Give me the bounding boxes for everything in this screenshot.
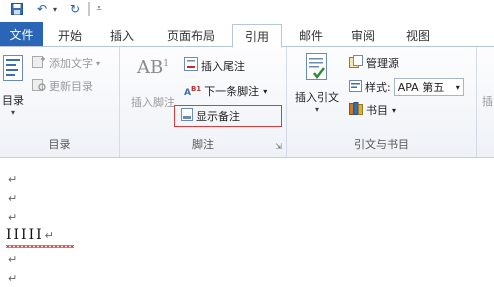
style-dropdown[interactable]: APA 第五 ▾ xyxy=(393,78,464,96)
paragraph-mark: ↵ xyxy=(44,229,54,242)
footnote-group: AB1 插入脚注 插入尾注 AB1 下一条脚注 ▾ 显示备注 脚注 ⇲ xyxy=(120,47,287,157)
insert-citation-label: 插入引文 xyxy=(295,91,339,104)
ribbon: 目录 ▾ 添加文字 ▾ 更新目录 目录 AB1 插入脚注 插入尾注 AB1 下一… xyxy=(0,47,494,158)
ribbon-tabs: 文件 开始 插入 页面布局 引用 邮件 审阅 视图 xyxy=(0,20,494,48)
tab-review[interactable]: 审阅 xyxy=(345,24,381,47)
style-selector: 样式: APA 第五 ▾ xyxy=(349,78,464,96)
bibliography-icon xyxy=(349,102,363,118)
insert-endnote-button[interactable]: 插入尾注 xyxy=(184,57,245,74)
show-notes-icon xyxy=(181,108,193,124)
insert-endnote-icon xyxy=(184,57,198,74)
insert-citation-dropdown-icon: ▾ xyxy=(314,105,319,114)
next-footnote-label: 下一条脚注 xyxy=(204,85,260,98)
manage-sources-button[interactable]: 管理源 xyxy=(349,55,399,71)
footnote-dialog-launcher-icon[interactable]: ⇲ xyxy=(275,142,282,151)
paragraph-mark: ↵ xyxy=(8,192,18,205)
tab-insert[interactable]: 插入 xyxy=(104,24,140,47)
bibliography-button[interactable]: 书目 ▾ xyxy=(349,102,396,118)
toc-button-label: 目录 xyxy=(2,94,24,107)
citation-group: 插入引文 ▾ 管理源 样式: APA 第五 ▾ 书目 ▾ 引文与书目 xyxy=(287,47,477,157)
customize-qat-icon[interactable]: ⩡ xyxy=(94,1,104,17)
next-footnote-button[interactable]: AB1 下一条脚注 ▾ xyxy=(184,83,267,99)
style-dropdown-chevron-icon: ▾ xyxy=(455,82,460,92)
tab-references[interactable]: 引用 xyxy=(232,24,282,48)
toc-group: 目录 ▾ 添加文字 ▾ 更新目录 目录 xyxy=(0,47,120,157)
toc-icon xyxy=(3,55,23,84)
insert-citation-button[interactable]: 插入引文 ▾ xyxy=(289,53,345,114)
add-text-dropdown-icon: ▾ xyxy=(96,58,101,68)
next-footnote-icon: AB1 xyxy=(184,84,202,98)
next-group-partial: 插 xyxy=(477,47,494,157)
paragraph-mark: ↵ xyxy=(8,253,18,266)
paragraph-mark: ↵ xyxy=(8,211,18,224)
insert-footnote-icon: AB1 xyxy=(137,57,169,78)
show-notes-button[interactable]: 显示备注 xyxy=(174,105,282,127)
next-footnote-dropdown-icon: ▾ xyxy=(263,86,268,96)
tab-file[interactable]: 文件 xyxy=(0,22,43,46)
citation-group-label: 引文与书目 xyxy=(354,138,409,151)
document-text-line: IIIII ↵ xyxy=(6,227,54,243)
document-area[interactable]: ↵ ↵ ↵ IIIII ↵ ↵ ↵ xyxy=(0,159,494,287)
quick-access-toolbar: ↶ ▾ ↻ ⩡ xyxy=(0,0,494,20)
document-text: IIIII xyxy=(6,227,44,243)
update-toc-icon xyxy=(32,78,46,94)
insert-footnote-button[interactable]: AB1 插入脚注 xyxy=(124,57,182,110)
undo-icon[interactable]: ↶ xyxy=(35,1,49,17)
style-dropdown-value: APA 第五 xyxy=(397,81,445,94)
spelling-error-underline xyxy=(6,245,74,248)
tab-mailings[interactable]: 邮件 xyxy=(293,24,329,47)
style-label: 样式: xyxy=(365,81,391,94)
toc-button[interactable]: 目录 ▾ xyxy=(0,55,26,117)
tab-home[interactable]: 开始 xyxy=(52,24,88,47)
tab-view[interactable]: 视图 xyxy=(400,24,436,47)
save-icon[interactable] xyxy=(10,1,24,17)
toc-group-label: 目录 xyxy=(48,138,71,151)
update-toc-label: 更新目录 xyxy=(49,80,93,93)
redo-icon[interactable]: ↻ xyxy=(68,1,82,17)
insert-endnote-label: 插入尾注 xyxy=(201,59,245,73)
paragraph-mark: ↵ xyxy=(8,173,18,186)
insert-footnote-label: 插入脚注 xyxy=(131,96,175,109)
bibliography-label: 书目 xyxy=(366,104,388,117)
add-text-button[interactable]: 添加文字 ▾ xyxy=(32,55,100,71)
paragraph-mark: ↵ xyxy=(8,272,18,285)
insert-citation-icon xyxy=(304,53,330,86)
qat-divider xyxy=(88,2,90,16)
add-text-label: 添加文字 xyxy=(49,57,93,70)
undo-dropdown-icon[interactable]: ▾ xyxy=(51,1,59,17)
manage-sources-label: 管理源 xyxy=(366,57,399,70)
manage-sources-icon xyxy=(349,55,363,71)
update-toc-button[interactable]: 更新目录 xyxy=(32,78,93,94)
bibliography-dropdown-icon: ▾ xyxy=(392,105,397,115)
toc-dropdown-icon: ▾ xyxy=(10,108,15,117)
tab-page-layout[interactable]: 页面布局 xyxy=(157,24,225,47)
show-notes-label: 显示备注 xyxy=(196,110,240,123)
footnote-group-label: 脚注 xyxy=(192,138,214,151)
add-text-icon xyxy=(32,55,46,71)
next-group-label[interactable]: 插 xyxy=(482,93,493,109)
style-icon xyxy=(349,79,362,95)
